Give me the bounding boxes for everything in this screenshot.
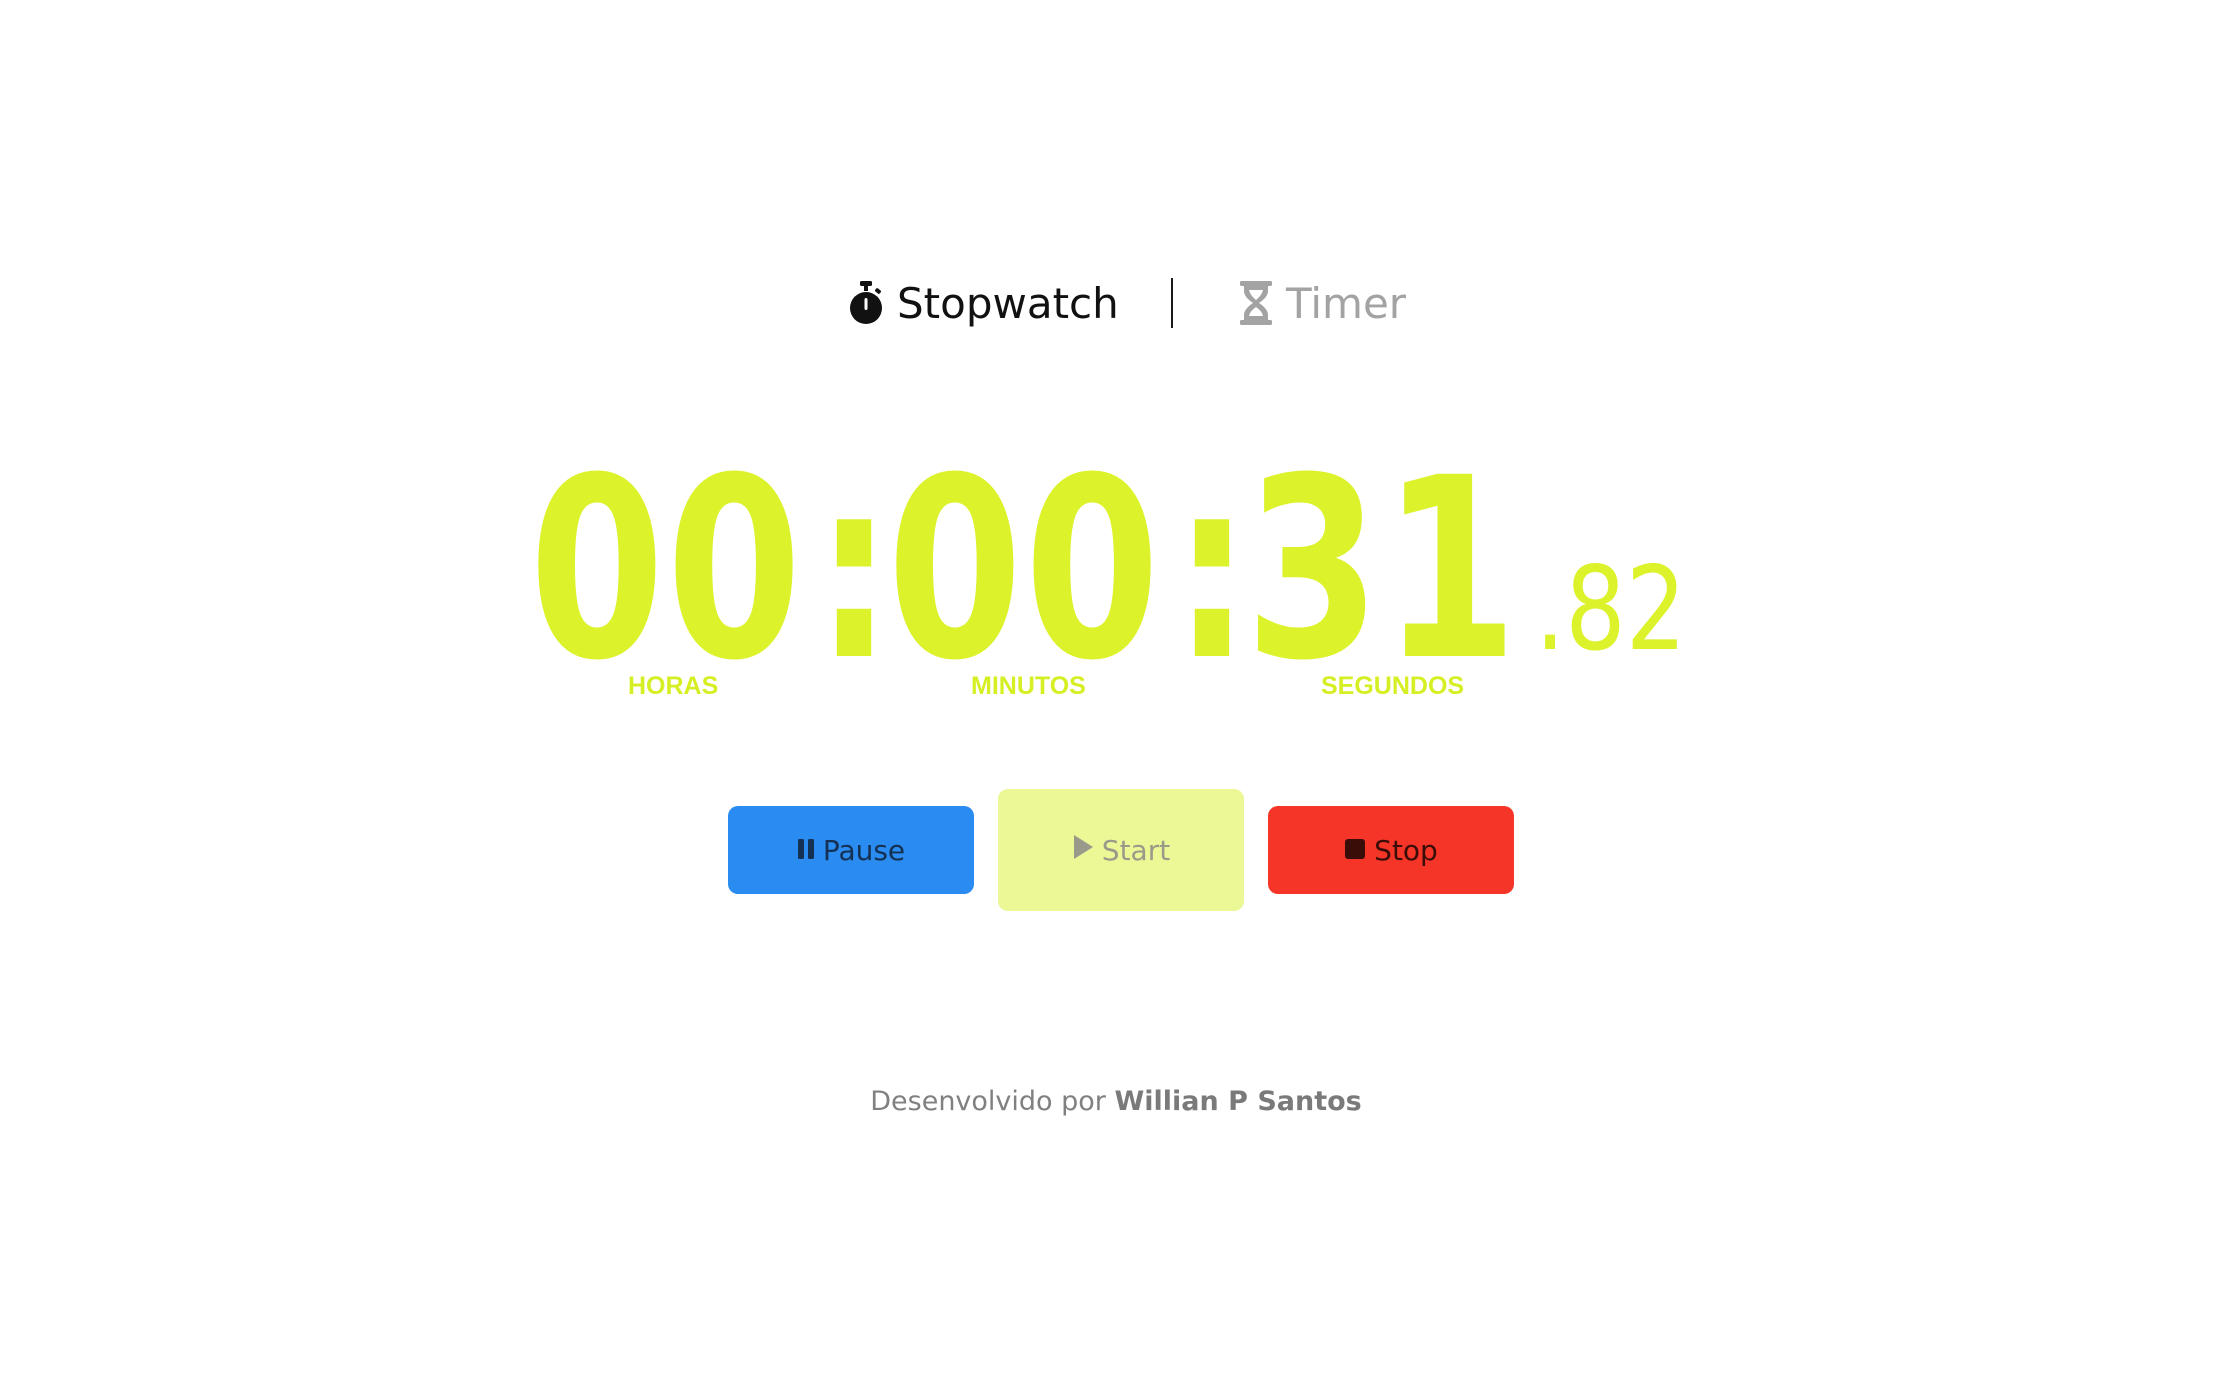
stopwatch-icon [849, 281, 883, 325]
colon-separator: : [1173, 424, 1251, 715]
centiseconds-value: .82 [1535, 542, 1687, 677]
pause-icon [797, 834, 815, 867]
stop-button[interactable]: Stop [1268, 806, 1514, 894]
tab-divider [1171, 278, 1173, 328]
tab-stopwatch[interactable]: Stopwatch [849, 270, 1119, 336]
footer-credit: Desenvolvido por Willian P Santos [0, 1086, 2232, 1117]
tab-timer-label: Timer [1286, 278, 1407, 328]
mode-tabs: Stopwatch Timer [0, 270, 2232, 336]
seconds-value: 31 [1245, 424, 1520, 715]
start-button[interactable]: Start [998, 789, 1244, 911]
pause-button[interactable]: Pause [728, 806, 974, 894]
seconds-label: SEGUNDOS [1321, 672, 1465, 700]
play-icon [1072, 834, 1094, 867]
footer-prefix: Desenvolvido por [870, 1086, 1106, 1117]
stop-label: Stop [1374, 833, 1438, 867]
hours-value: 00 [529, 424, 804, 715]
stop-icon [1344, 834, 1366, 867]
footer-author[interactable]: Willian P Santos [1115, 1086, 1362, 1117]
pause-label: Pause [822, 833, 906, 867]
hours-label: HORAS [628, 672, 719, 700]
minutes-label: MINUTOS [971, 672, 1086, 700]
minutes-value: 00 [887, 424, 1162, 715]
tab-stopwatch-label: Stopwatch [897, 278, 1119, 328]
hourglass-icon [1240, 281, 1272, 325]
tab-timer[interactable]: Timer [1240, 270, 1406, 336]
start-label: Start [1101, 833, 1171, 867]
clock-display: 00 : 00 : 31 .82 [0, 440, 2232, 700]
colon-separator: : [815, 424, 893, 715]
